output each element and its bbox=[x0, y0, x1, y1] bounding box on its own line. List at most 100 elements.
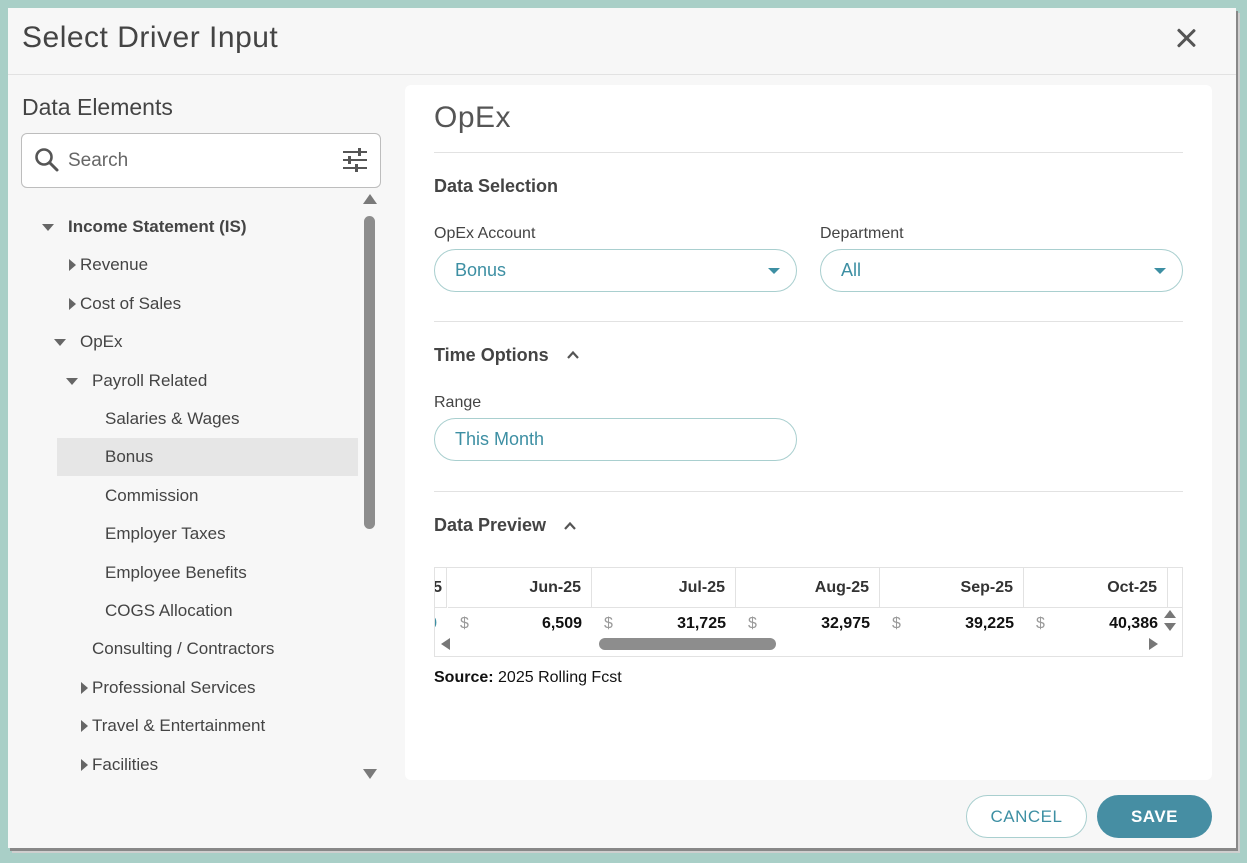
table-cell: $32,975 bbox=[736, 608, 880, 634]
tree-item[interactable]: Income Statement (IS) bbox=[22, 208, 360, 246]
divider bbox=[434, 152, 1183, 153]
caret-down-icon[interactable] bbox=[54, 339, 66, 347]
data-elements-tree: Income Statement (IS) Revenue Cost of Sale… bbox=[22, 200, 360, 785]
currency-symbol: $ bbox=[604, 615, 613, 632]
tree-item-label: Salaries & Wages bbox=[105, 409, 240, 428]
tree-item-label: Employee Benefits bbox=[105, 562, 247, 582]
table-cell: $31,725 bbox=[592, 608, 736, 634]
currency-symbol: $ bbox=[748, 615, 757, 632]
tree-item[interactable]: OpEx bbox=[22, 323, 360, 361]
tree-item-label: COGS Allocation bbox=[105, 601, 233, 620]
tree-item[interactable]: Salaries & Wages bbox=[22, 400, 360, 438]
cell-value: 6,509 bbox=[541, 615, 582, 632]
save-button[interactable]: SAVE bbox=[1097, 795, 1212, 838]
column-header: Jul-25 bbox=[592, 568, 736, 608]
tree-scrollbar[interactable] bbox=[363, 194, 377, 779]
caret-right-icon[interactable] bbox=[81, 681, 88, 694]
currency-symbol: $ bbox=[892, 615, 901, 632]
tree-item-label: Consulting / Contractors bbox=[92, 639, 275, 659]
data-preview-title: Data Preview bbox=[434, 515, 547, 535]
scroll-left-arrow-icon[interactable] bbox=[441, 638, 450, 650]
table-cell: $39,225 bbox=[880, 608, 1024, 634]
tree-item-label: OpEx bbox=[80, 332, 123, 352]
data-preview-table: 5 0 Jun-25$6,509Jul-25$31,725Aug-25$32,9… bbox=[434, 567, 1183, 657]
tree-item-label: Payroll Related bbox=[92, 370, 208, 390]
department-select[interactable]: All bbox=[820, 249, 1183, 292]
scroll-down-arrow-icon[interactable] bbox=[363, 769, 377, 779]
close-icon[interactable] bbox=[1172, 24, 1200, 52]
tree-item[interactable]: Commission bbox=[22, 477, 360, 515]
divider bbox=[434, 321, 1183, 322]
opex-account-select[interactable]: Bonus bbox=[434, 249, 797, 292]
department-label: Department bbox=[820, 225, 904, 242]
department-value: All bbox=[841, 260, 862, 280]
tree-item-label: Revenue bbox=[80, 255, 149, 275]
chevron-down-icon bbox=[768, 268, 780, 274]
divider bbox=[434, 491, 1183, 492]
search-input[interactable] bbox=[68, 146, 328, 176]
tree-item-label: Professional Services bbox=[92, 677, 256, 697]
data-selection-title: Data Selection bbox=[434, 176, 559, 196]
column-header-empty bbox=[1168, 568, 1182, 608]
chevron-up-icon[interactable] bbox=[563, 519, 577, 533]
tree-item-label: Facilities bbox=[92, 754, 159, 774]
cell-value: 40,386 bbox=[1109, 615, 1158, 632]
source-value: 2025 Rolling Fcst bbox=[498, 669, 622, 686]
caret-right-icon[interactable] bbox=[81, 758, 88, 771]
tree-item[interactable]: Payroll Related bbox=[22, 362, 360, 400]
tree-item[interactable]: Travel & Entertainment bbox=[22, 707, 360, 745]
source-line: Source: 2025 Rolling Fcst bbox=[434, 669, 622, 687]
tree-item[interactable]: Consulting / Contractors bbox=[22, 630, 360, 668]
search-icon bbox=[35, 148, 59, 172]
panel-title: OpEx bbox=[434, 101, 512, 134]
tree-item-label: Cost of Sales bbox=[80, 293, 182, 313]
tree-item-label: Employer Taxes bbox=[105, 524, 226, 544]
time-options-title: Time Options bbox=[434, 345, 549, 365]
range-value: This Month bbox=[455, 429, 545, 449]
tree-item-label: Travel & Entertainment bbox=[92, 716, 266, 736]
tree-item[interactable]: Facilities bbox=[22, 746, 360, 784]
filter-sliders-icon[interactable] bbox=[342, 146, 368, 174]
dialog-header: Select Driver Input bbox=[8, 8, 1236, 75]
caret-right-icon[interactable] bbox=[69, 297, 76, 310]
cell-value: 39,225 bbox=[965, 615, 1014, 632]
caret-down-icon[interactable] bbox=[42, 224, 54, 231]
tree-item-label: Commission bbox=[105, 485, 199, 505]
currency-symbol: $ bbox=[460, 615, 469, 632]
caret-down-icon[interactable] bbox=[66, 377, 78, 385]
tree-item[interactable]: Professional Services bbox=[22, 669, 360, 707]
tree-item[interactable]: Revenue bbox=[22, 246, 360, 284]
tree-item[interactable]: Employer Taxes bbox=[22, 515, 360, 553]
dialog-title: Select Driver Input bbox=[22, 21, 279, 54]
data-elements-title: Data Elements bbox=[22, 94, 173, 120]
tree-item[interactable]: Cost of Sales bbox=[22, 285, 360, 323]
chevron-down-icon bbox=[1154, 268, 1166, 274]
select-driver-input-dialog: Select Driver Input Data Elements Income… bbox=[8, 8, 1236, 848]
range-select[interactable]: This Month bbox=[434, 418, 797, 461]
tree-item[interactable]: Employee Benefits bbox=[22, 554, 360, 592]
currency-symbol: $ bbox=[1036, 615, 1045, 632]
search-box[interactable] bbox=[21, 133, 381, 188]
column-header: Aug-25 bbox=[736, 568, 880, 608]
tree-item[interactable]: COGS Allocation bbox=[22, 592, 360, 630]
caret-right-icon[interactable] bbox=[69, 259, 76, 272]
tree-item-label: Bonus bbox=[105, 447, 154, 467]
tree-item-label: Income Statement (IS) bbox=[68, 217, 247, 236]
column-header: Sep-25 bbox=[880, 568, 1024, 608]
scroll-right-arrow-icon[interactable] bbox=[1149, 638, 1158, 650]
cancel-button[interactable]: CANCEL bbox=[966, 795, 1087, 838]
cell-value: 32,975 bbox=[821, 615, 870, 632]
scrollbar-thumb[interactable] bbox=[364, 216, 375, 529]
table-cell: $6,509 bbox=[448, 608, 592, 634]
opex-account-value: Bonus bbox=[455, 260, 507, 280]
tree-item[interactable]: Bonus bbox=[57, 438, 358, 477]
cell-value: 31,725 bbox=[677, 615, 726, 632]
range-label: Range bbox=[434, 394, 482, 411]
scroll-up-arrow-icon[interactable] bbox=[363, 194, 377, 204]
partial-column-header: 5 bbox=[435, 568, 447, 608]
column-header: Oct-25 bbox=[1024, 568, 1168, 608]
source-label: Source: bbox=[434, 669, 494, 686]
caret-right-icon[interactable] bbox=[81, 720, 88, 733]
partial-column-value: 0 bbox=[435, 608, 445, 634]
chevron-up-icon[interactable] bbox=[566, 348, 580, 362]
